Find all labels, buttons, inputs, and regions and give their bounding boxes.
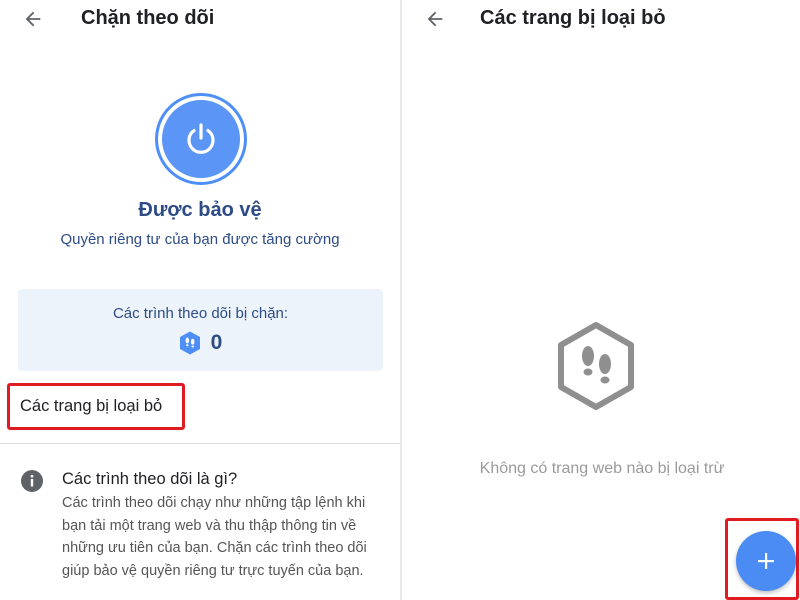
protection-toggle-button[interactable]	[155, 93, 247, 185]
empty-state-message: Không có trang web nào bị loại trừ	[479, 460, 725, 477]
power-icon-circle	[162, 100, 240, 178]
info-icon	[21, 470, 43, 492]
back-button[interactable]	[18, 4, 48, 34]
divider	[0, 443, 400, 444]
info-description: Các trình theo dõi chạy như những tập lệ…	[62, 495, 367, 579]
app-bar: Chặn theo dõi	[0, 0, 400, 40]
tracking-protection-screen: Chặn theo dõi Được bảo vệ Quyền riêng tư…	[0, 0, 400, 600]
page-title: Chặn theo dõi	[81, 7, 215, 29]
plus-icon	[758, 553, 774, 569]
back-button[interactable]	[420, 4, 450, 34]
footprints-hexagon-icon	[558, 322, 634, 410]
footprints-hexagon-icon	[179, 331, 200, 355]
blocked-trackers-count: 0	[210, 331, 223, 354]
blocked-trackers-label: Các trình theo dõi bị chặn:	[112, 305, 289, 322]
page-title: Các trang bị loại bỏ	[480, 7, 666, 29]
app-bar: Các trang bị loại bỏ	[402, 0, 800, 40]
arrow-back-icon	[25, 11, 41, 27]
protection-status-subtitle: Quyền riêng tư của bạn được tăng cường	[60, 231, 340, 248]
power-icon	[187, 123, 215, 154]
blocked-trackers-row: 0	[18, 331, 383, 355]
excluded-sites-item[interactable]: Các trang bị loại bỏ	[7, 383, 185, 430]
add-button-highlight	[725, 518, 799, 600]
blocked-trackers-card: Các trình theo dõi bị chặn: 0	[18, 289, 383, 371]
arrow-back-icon	[427, 11, 443, 27]
add-site-button[interactable]	[736, 531, 796, 591]
protection-status-title: Được bảo vệ	[138, 199, 262, 221]
excluded-sites-screen: Các trang bị loại bỏ Không có trang web …	[402, 0, 800, 600]
info-title: Các trình theo dõi là gì?	[62, 470, 238, 488]
